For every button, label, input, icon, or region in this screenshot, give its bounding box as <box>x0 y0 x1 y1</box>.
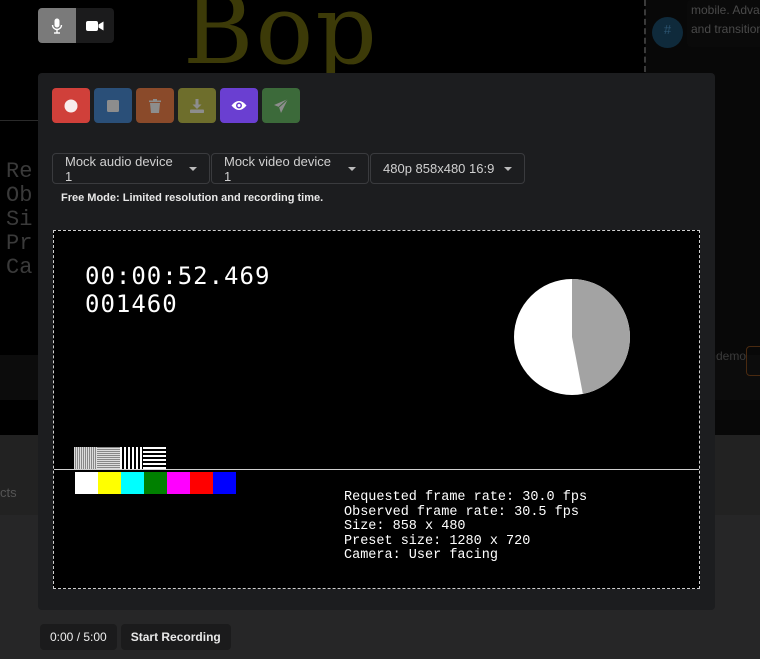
start-recording-button[interactable]: Start Recording <box>120 624 231 650</box>
background-demo-label: demo <box>716 349 747 363</box>
record-circle-icon <box>64 99 78 112</box>
color-bars <box>75 472 236 494</box>
background-divider <box>644 0 646 72</box>
paper-plane-icon <box>274 98 288 113</box>
color-bar <box>98 472 121 494</box>
code-line: Ca <box>6 255 33 280</box>
delete-button[interactable] <box>136 88 174 123</box>
code-line: Si <box>6 207 33 232</box>
video-preview: 00:00:52.469 001460 Requested frame rate… <box>53 230 700 589</box>
video-device-value: Mock video device 1 <box>224 153 331 184</box>
recorder-panel: Mock audio device 1 Mock video device 1 … <box>38 73 715 610</box>
background-tab: cts <box>0 485 17 500</box>
preview-timestamp: 00:00:52.469 <box>85 262 271 290</box>
download-icon <box>190 98 204 113</box>
background-logo: Bop <box>183 0 379 86</box>
bubble-line: and transition <box>691 22 760 36</box>
chevron-down-icon <box>348 166 356 171</box>
chevron-down-icon <box>189 166 197 171</box>
device-selects: Mock audio device 1 Mock video device 1 … <box>52 153 525 184</box>
chevron-down-icon <box>504 166 512 171</box>
recording-controls: 0:00 / 5:00 Start Recording <box>40 624 231 650</box>
recording-timer: 0:00 / 5:00 <box>40 624 117 650</box>
resolution-test-patterns <box>74 447 166 469</box>
info-line: Requested frame rate: 30.0 fps <box>344 490 588 505</box>
fine-horizontal-pattern <box>97 447 120 469</box>
info-line: Size: 858 x 480 <box>344 519 466 535</box>
color-bar <box>75 472 98 494</box>
color-bar <box>167 472 190 494</box>
stop-square-icon <box>107 99 119 112</box>
bubble-line: mobile. Adva <box>691 3 760 17</box>
stop-button[interactable] <box>94 88 132 123</box>
audio-device-select[interactable]: Mock audio device 1 <box>52 153 210 184</box>
preview-frame-count: 001460 <box>85 290 178 318</box>
preview-info: Requested frame rate: 30.0 fps Observed f… <box>344 490 588 564</box>
send-button[interactable] <box>262 88 300 123</box>
resolution-select[interactable]: 480p 858x480 16:9 <box>370 153 525 184</box>
preview-button[interactable] <box>220 88 258 123</box>
coarse-horizontal-pattern <box>143 447 166 469</box>
fine-vertical-pattern <box>74 447 97 469</box>
info-line: Preset size: 1280 x 720 <box>344 533 531 549</box>
pie-progress-slice <box>572 279 630 394</box>
microphone-icon <box>51 18 63 34</box>
eye-icon <box>231 101 247 110</box>
code-line: Re <box>6 159 33 184</box>
info-line: Camera: User facing <box>344 548 498 564</box>
record-button[interactable] <box>52 88 90 123</box>
download-button[interactable] <box>178 88 216 123</box>
audio-mode-button[interactable] <box>38 8 76 43</box>
trash-icon <box>149 98 161 113</box>
preview-horizon-line <box>54 469 699 470</box>
free-mode-notice: Free Mode: Limited resolution and record… <box>61 192 324 204</box>
video-mode-button[interactable] <box>76 8 114 43</box>
coarse-vertical-pattern <box>120 447 143 469</box>
background-chat-bubble: mobile. Adva and transition <box>687 0 760 47</box>
color-bar <box>213 472 236 494</box>
background-rule <box>0 120 40 121</box>
background-code-text: Re Ob Si Pr Ca <box>6 160 32 280</box>
info-line: Observed frame rate: 30.5 fps <box>344 504 579 520</box>
code-line: Ob <box>6 183 33 208</box>
video-camera-icon <box>86 20 104 31</box>
recorder-toolbar <box>52 88 300 123</box>
audio-device-value: Mock audio device 1 <box>65 153 173 184</box>
background-avatar-icon: # <box>652 17 683 48</box>
media-mode-toggle <box>38 8 114 43</box>
progress-pie <box>514 279 630 395</box>
color-bar <box>144 472 167 494</box>
code-line: Pr <box>6 231 33 256</box>
preview-timecode: 00:00:52.469 001460 <box>85 262 270 318</box>
color-bar <box>190 472 213 494</box>
background-demo-button <box>746 346 760 376</box>
resolution-value: 480p 858x480 16:9 <box>383 161 495 176</box>
color-bar <box>121 472 144 494</box>
video-device-select[interactable]: Mock video device 1 <box>211 153 369 184</box>
